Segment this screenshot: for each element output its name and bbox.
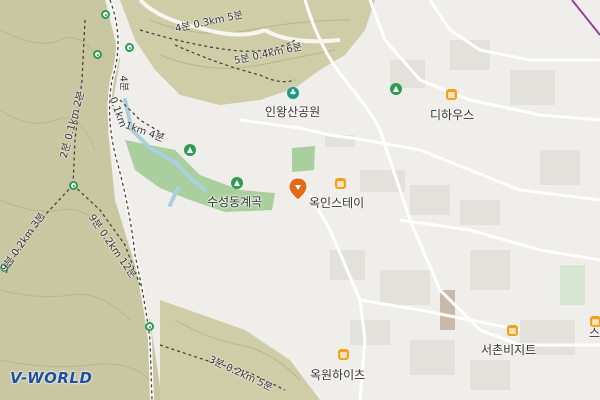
building-icon[interactable]: ▦ <box>446 89 457 100</box>
trail-label: 4분 <box>117 75 129 92</box>
tree-icon[interactable]: ▲ <box>184 144 196 156</box>
place-label-valley[interactable]: 수성동계곡 <box>207 193 262 210</box>
trail-marker-icon[interactable] <box>101 10 110 19</box>
park-area <box>292 146 315 172</box>
building-icon[interactable]: ▦ <box>338 349 349 360</box>
mountain-icon[interactable]: ▲ <box>231 177 243 189</box>
park-icon[interactable]: ♣ <box>287 87 299 99</box>
place-label-park[interactable]: 인왕산공원 <box>265 103 320 120</box>
building-icon[interactable]: ▦ <box>335 178 346 189</box>
trail-marker-icon[interactable] <box>125 43 134 52</box>
place-label-dihaus[interactable]: 디하우스 <box>430 106 474 123</box>
place-label-seochon[interactable]: 서촌비지트 <box>481 341 536 358</box>
trail-marker-icon[interactable] <box>69 181 78 190</box>
trail-marker-icon[interactable] <box>93 50 102 59</box>
building-icon[interactable]: ▦ <box>507 325 518 336</box>
tree-icon[interactable]: ▲ <box>390 83 402 95</box>
place-label-okin-stay[interactable]: 옥인스테이 <box>309 194 364 211</box>
place-label-edge: 스 <box>589 326 600 340</box>
vworld-logo: V-WORLD <box>10 369 93 387</box>
trail-marker-icon[interactable] <box>145 322 154 331</box>
place-label-okwon[interactable]: 옥원하이츠 <box>310 366 365 383</box>
map-canvas[interactable] <box>0 0 600 400</box>
